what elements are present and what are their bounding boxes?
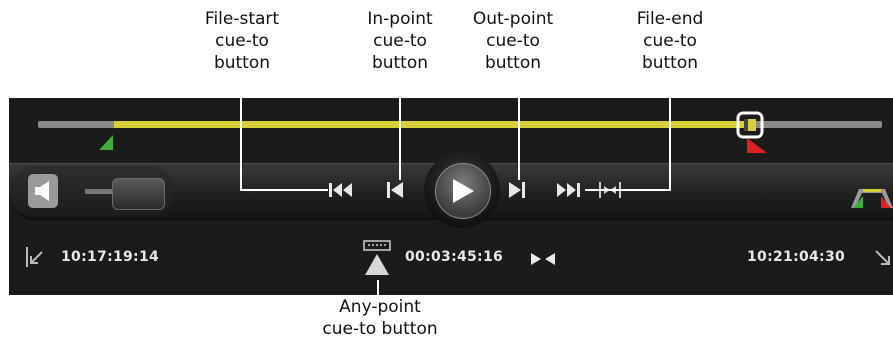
arrow-down-right-icon[interactable] bbox=[873, 246, 893, 270]
duration-timecode: 00:03:45:16 bbox=[405, 249, 504, 265]
cue-any-point-icon[interactable] bbox=[362, 239, 392, 281]
callout-leader-lines bbox=[240, 79, 671, 296]
callout-any-point: Any-point cue-to button bbox=[322, 297, 438, 339]
bow-tie-small-icon[interactable] bbox=[530, 252, 556, 266]
start-timecode: 10:17:19:14 bbox=[61, 249, 160, 265]
arrow-down-left-icon[interactable] bbox=[24, 244, 46, 270]
end-timecode: 10:21:04:30 bbox=[747, 249, 846, 265]
